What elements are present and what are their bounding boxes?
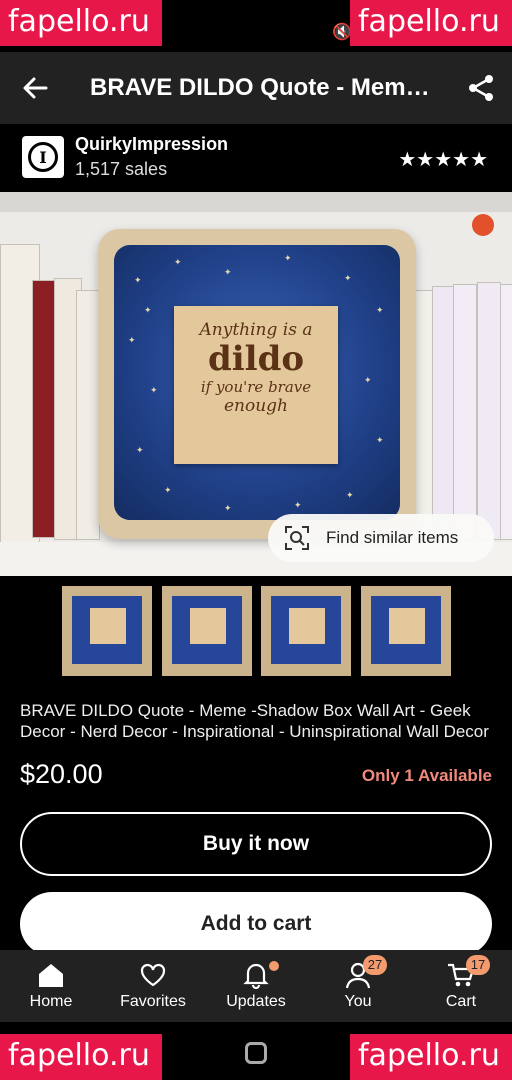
star-icon: ★ (470, 149, 488, 171)
buy-it-now-button[interactable]: Buy it now (20, 812, 492, 876)
updates-dot (269, 961, 279, 971)
app-bar: BRAVE DILDO Quote - Meme -Shadow Box Wal… (0, 52, 512, 124)
share-icon[interactable] (450, 52, 512, 124)
bottom-nav: Home Favorites Updates 27 You 17 Cart (0, 950, 512, 1022)
page-title: BRAVE DILDO Quote - Meme -Shadow Box Wal… (90, 74, 450, 101)
find-similar-button[interactable]: Find similar items (268, 514, 494, 562)
availability-label: Only 1 Available (361, 766, 492, 785)
book-spine (477, 282, 501, 540)
visual-search-icon (268, 525, 326, 551)
listing-title: BRAVE DILDO Quote - Meme -Shadow Box Wal… (20, 701, 489, 741)
watermark: fapello.ru (350, 0, 512, 46)
nav-item-cart[interactable]: 17 Cart (410, 950, 512, 1022)
watermark: fapello.ru (350, 1034, 512, 1080)
book-spine (76, 290, 100, 540)
shop-sales: 1,517 sales (75, 159, 168, 179)
book-spine (432, 286, 454, 540)
heart-icon (137, 960, 169, 990)
heart-decoration (472, 214, 494, 236)
star-icon: ★ (416, 149, 435, 171)
book-spine (453, 284, 477, 540)
you-badge: 27 (363, 955, 387, 975)
product-main-image[interactable]: ✦ ✦ ✦ ✦ ✦ ✦ ✦ ✦ ✦ ✦ ✦ ✦ ✦ ✦ ✦ ✦ Anything is a di… (0, 192, 512, 576)
price: $20.00 (20, 759, 103, 789)
home-icon (35, 960, 67, 990)
add-to-cart-button[interactable]: Add to cart (20, 892, 492, 956)
cart-badge: 17 (466, 955, 490, 975)
thumbnail-image[interactable] (361, 586, 451, 676)
system-home-icon[interactable] (245, 1042, 267, 1064)
back-arrow-icon[interactable] (0, 52, 70, 124)
find-similar-label: Find similar items (326, 528, 459, 547)
star-icon: ★ (434, 149, 453, 171)
star-icon: ★ (452, 149, 471, 171)
book-spine (500, 284, 512, 540)
mute-icon: 🔇 (332, 24, 352, 41)
thumbnail-image[interactable] (261, 586, 351, 676)
shop-name[interactable]: QuirkyImpression (75, 134, 228, 155)
bell-icon (240, 960, 272, 990)
star-rating: ★★★★★ (398, 147, 488, 172)
book-spine (414, 290, 434, 540)
nav-item-you[interactable]: 27 You (307, 950, 409, 1022)
nav-item-favorites[interactable]: Favorites (102, 950, 204, 1022)
nav-item-home[interactable]: Home (0, 950, 102, 1022)
quote-plaque: Anything is a dildo if you're brave enou… (174, 306, 338, 464)
watermark: fapello.ru (0, 1034, 162, 1080)
shop-logo[interactable]: I (22, 136, 64, 178)
thumbnail-image[interactable] (62, 586, 152, 676)
watermark: fapello.ru (0, 0, 162, 46)
nav-item-updates[interactable]: Updates (205, 950, 307, 1022)
thumbnail-image[interactable] (162, 586, 252, 676)
star-icon: ★ (398, 149, 417, 171)
